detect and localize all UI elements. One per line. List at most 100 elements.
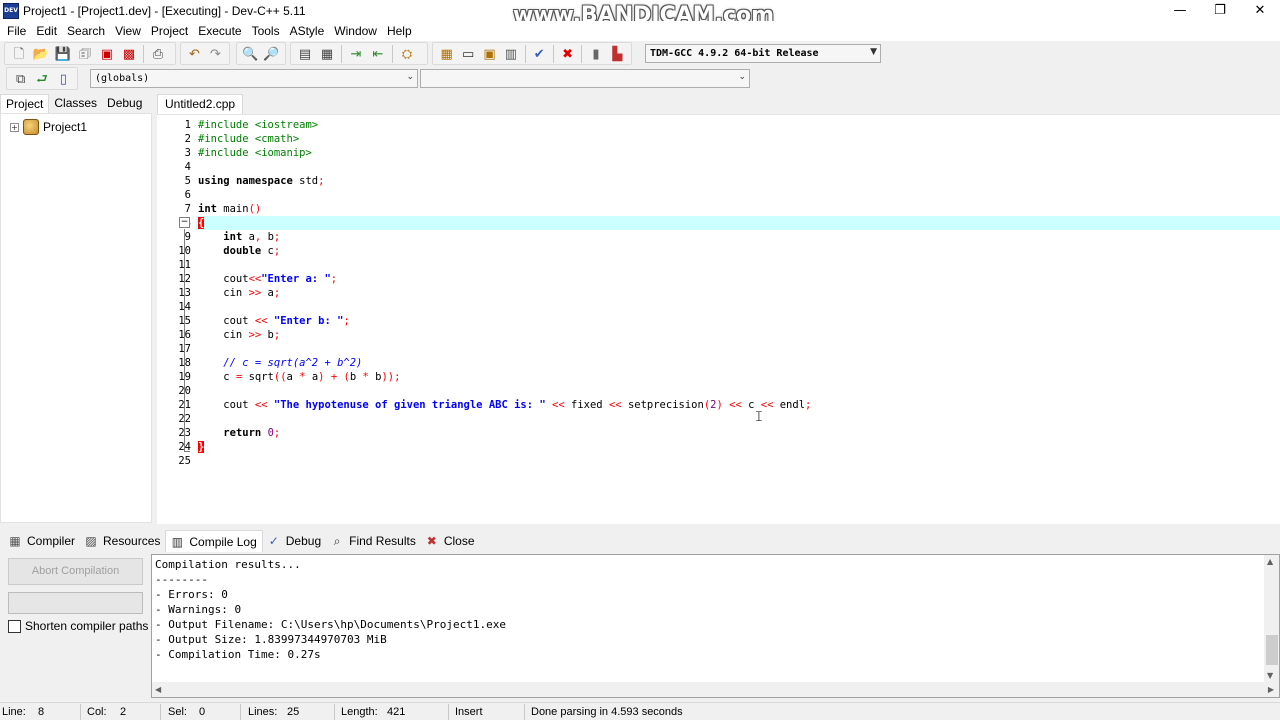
code-line[interactable]: double c; — [198, 244, 280, 258]
menu-file[interactable]: File — [2, 21, 31, 41]
tab-debug[interactable]: ✓ Debug — [263, 530, 326, 552]
undo-icon[interactable]: ↶ — [186, 45, 203, 63]
code-line[interactable]: } — [198, 440, 205, 454]
menu-project[interactable]: Project — [146, 21, 193, 41]
compiler-select[interactable]: TDM-GCC 4.9.2 64-bit Release ▼ — [645, 44, 881, 63]
tab-find-results[interactable]: ⌕ Find Results — [326, 530, 421, 552]
horizontal-scrollbar[interactable]: ◀ ▶ — [152, 682, 1279, 697]
goto-definition-icon[interactable]: ▯ — [55, 70, 72, 88]
restore-button[interactable]: ❐ — [1200, 0, 1240, 21]
remove-from-project-icon[interactable]: ⇤ — [369, 45, 387, 63]
log-line: - Warnings: 0 — [155, 603, 242, 616]
tab-debug[interactable]: Debug — [102, 94, 147, 113]
print-icon[interactable]: ⎙ — [149, 45, 167, 63]
menu-help[interactable]: Help — [382, 21, 417, 41]
scroll-thumb[interactable] — [1266, 635, 1278, 665]
abort-compilation-button[interactable]: Abort Compilation — [8, 558, 143, 585]
scroll-left-icon[interactable]: ◀ — [155, 685, 161, 694]
shorten-paths-checkbox[interactable] — [8, 619, 21, 633]
project-options-icon[interactable]: ⛭ — [398, 45, 416, 63]
code-line[interactable]: int a, b; — [198, 230, 280, 244]
close-all-icon[interactable]: ▩ — [120, 45, 138, 63]
toolbar-separator — [341, 44, 342, 63]
devcpp-app-icon[interactable]: DEV — [3, 2, 19, 19]
compile-log[interactable]: Compilation results... -------- - Errors: … — [151, 554, 1280, 698]
toggle-bookmark-icon[interactable]: ▦ — [318, 45, 336, 63]
globals-select[interactable]: (globals) ⌄ — [90, 69, 418, 88]
tab-compiler[interactable]: ▦ Compiler — [4, 530, 80, 552]
syntax-check-icon[interactable]: ✔ — [531, 45, 548, 63]
delete-profile-icon[interactable]: ▙ — [609, 45, 626, 63]
minimize-button[interactable]: — — [1160, 0, 1200, 21]
run-icon[interactable]: ▭ — [459, 45, 476, 63]
code-line[interactable]: c = sqrt((a * a) + (b * b)); — [198, 370, 400, 384]
menu-edit[interactable]: Edit — [31, 21, 62, 41]
goto-declaration-icon[interactable]: ⮐ — [33, 70, 50, 88]
expand-icon[interactable]: + — [10, 122, 19, 132]
profile-icon[interactable]: ▮ — [587, 45, 604, 63]
tab-close[interactable]: ✖ Close — [421, 530, 480, 552]
line-number: 4 — [184, 161, 191, 173]
code-line[interactable]: cout << "The hypotenuse of given triangl… — [198, 398, 811, 412]
scroll-up-icon[interactable]: ▲ — [1267, 557, 1273, 566]
insert-icon[interactable]: ⧉ — [12, 70, 29, 88]
tab-compile-log[interactable]: ▥ Compile Log — [165, 530, 263, 552]
menu-window[interactable]: Window — [329, 21, 382, 41]
line-number: 16 — [153, 328, 191, 342]
code-line[interactable]: cin >> b; — [198, 328, 280, 342]
tab-project[interactable]: Project — [0, 94, 50, 113]
tree-item-project1[interactable]: + Project1 — [10, 119, 87, 135]
code-line[interactable]: { — [198, 216, 205, 230]
status-bar: Line: 8 Col: 2 Sel: 0 Lines: 25 Length: … — [0, 702, 1280, 720]
find-icon[interactable]: 🔍 — [242, 45, 259, 63]
members-select[interactable]: ⌄ — [420, 69, 750, 88]
scroll-down-icon[interactable]: ▼ — [1267, 671, 1273, 680]
menu-view[interactable]: View — [110, 21, 146, 41]
compile-toolbar: ▦ ▭ ▣ ▥ ✔ ✖ ▮ ▙ — [432, 42, 632, 65]
close-window-button[interactable]: ✕ — [1240, 0, 1280, 21]
menu-execute[interactable]: Execute — [193, 21, 246, 41]
code-editor[interactable]: 1234567891011121314151617181920212223242… — [157, 114, 1280, 524]
add-to-project-icon[interactable]: ⇥ — [347, 45, 365, 63]
rebuild-all-icon[interactable]: ▥ — [502, 45, 519, 63]
scroll-right-icon[interactable]: ▶ — [1268, 685, 1274, 694]
tab-resources[interactable]: ▨ Resources — [80, 530, 165, 552]
new-file-icon[interactable]: 🗋 — [10, 45, 28, 63]
redo-icon[interactable]: ↷ — [207, 45, 224, 63]
line-number: 17 — [153, 342, 191, 356]
code-line[interactable]: #include <iomanip> — [198, 146, 312, 160]
toolbar-separator — [524, 44, 526, 63]
code-line[interactable]: cin >> a; — [198, 286, 280, 300]
code-line[interactable]: return 0; — [198, 426, 280, 440]
status-message: Done parsing in 4.593 seconds — [531, 706, 683, 718]
window-controls: — ❐ ✕ — [1160, 0, 1280, 21]
compile-run-icon[interactable]: ▣ — [481, 45, 498, 63]
close-file-icon[interactable]: ▣ — [98, 45, 116, 63]
vertical-scrollbar[interactable]: ▲ ▼ — [1264, 555, 1279, 683]
goto-line-icon[interactable]: ▤ — [296, 45, 314, 63]
code-line[interactable]: #include <iostream> — [198, 118, 318, 132]
fold-collapse-icon[interactable]: − — [179, 217, 190, 228]
toolbar-separator — [552, 44, 554, 63]
open-file-icon[interactable]: 📂 — [32, 45, 50, 63]
menu-astyle[interactable]: AStyle — [285, 21, 330, 41]
code-line[interactable]: int main() — [198, 202, 261, 216]
project-toolbar: ▤ ▦ ⇥ ⇤ ⛭ — [290, 42, 428, 65]
save-icon[interactable]: 💾 — [54, 45, 72, 63]
stop-execution-icon[interactable]: ✖ — [559, 45, 576, 63]
code-line[interactable]: // c = sqrt(a^2 + b^2) — [198, 356, 362, 370]
log-line: - Output Filename: C:\Users\hp\Documents… — [155, 618, 506, 631]
compile-icon[interactable]: ▦ — [438, 45, 455, 63]
status-divider — [240, 704, 241, 720]
tab-classes[interactable]: Classes — [49, 94, 102, 113]
save-all-icon[interactable]: 🗊 — [76, 45, 94, 63]
shorten-paths-option[interactable]: Shorten compiler paths — [8, 619, 148, 633]
menu-tools[interactable]: Tools — [247, 21, 285, 41]
code-line[interactable]: cout<<"Enter a: "; — [198, 272, 337, 286]
replace-icon[interactable]: 🔎 — [263, 45, 280, 63]
code-line[interactable]: #include <cmath> — [198, 132, 299, 146]
code-line[interactable]: cout << "Enter b: "; — [198, 314, 349, 328]
menu-search[interactable]: Search — [62, 21, 110, 41]
tab-untitled2-cpp[interactable]: Untitled2.cpp — [157, 94, 244, 115]
code-line[interactable]: using namespace std; — [198, 174, 324, 188]
